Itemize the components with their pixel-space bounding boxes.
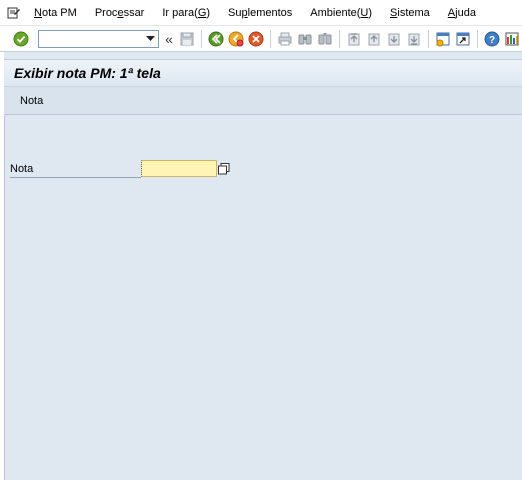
next-page-icon[interactable] <box>385 30 403 48</box>
back-icon[interactable] <box>207 30 225 48</box>
menu-nota-pm[interactable]: Nota PM <box>25 2 86 24</box>
toolbar-separator <box>339 29 340 48</box>
standard-toolbar: « ? <box>0 26 522 52</box>
screen-content: Nota <box>4 116 522 480</box>
menu-bar: Nota PM Processar Ir para(G) Suplementos… <box>0 0 522 26</box>
command-input[interactable] <box>39 30 139 47</box>
help-icon[interactable]: ? <box>483 30 501 48</box>
toolbar-separator <box>270 29 271 48</box>
menu-ajuda[interactable]: Ajuda <box>439 2 485 24</box>
enter-check-icon[interactable] <box>12 30 30 48</box>
menu-processar[interactable]: Processar <box>86 2 154 24</box>
nota-field-label: Nota <box>10 162 141 178</box>
shortcut-icon[interactable] <box>454 30 472 48</box>
nota-input[interactable] <box>141 160 217 177</box>
menu-sistema[interactable]: Sistema <box>381 2 439 24</box>
save-icon[interactable] <box>178 30 196 48</box>
mnemonic: N <box>34 6 42 19</box>
value-help-icon[interactable] <box>217 161 231 176</box>
create-session-icon[interactable] <box>434 30 452 48</box>
exit-icon[interactable] <box>227 30 245 48</box>
command-dropdown-icon[interactable] <box>142 31 158 47</box>
customize-layout-icon[interactable] <box>503 30 521 48</box>
command-field[interactable] <box>38 29 159 48</box>
svg-text:?: ? <box>489 35 495 46</box>
previous-page-icon[interactable] <box>365 30 383 48</box>
collapse-toolbar-icon[interactable]: « <box>163 31 175 47</box>
nota-button[interactable]: Nota <box>14 92 49 110</box>
application-toolbar: Nota <box>4 86 522 115</box>
screen-title-bar: Exibir nota PM: 1ª tela <box>4 59 522 86</box>
print-icon[interactable] <box>276 30 294 48</box>
toolbar-separator <box>477 29 478 48</box>
menu-ir-para[interactable]: Ir para(G) <box>153 2 219 24</box>
system-menu-icon[interactable] <box>3 2 25 24</box>
menu-ambiente[interactable]: Ambiente(U) <box>301 2 381 24</box>
toolbar-separator <box>428 29 429 48</box>
toolbar-separator <box>201 29 202 48</box>
find-next-icon[interactable] <box>316 30 334 48</box>
first-page-icon[interactable] <box>345 30 363 48</box>
find-icon[interactable] <box>296 30 314 48</box>
page-title: Exibir nota PM: 1ª tela <box>14 65 161 81</box>
last-page-icon[interactable] <box>405 30 423 48</box>
menu-suplementos[interactable]: Suplementos <box>219 2 301 24</box>
cancel-icon[interactable] <box>247 30 265 48</box>
